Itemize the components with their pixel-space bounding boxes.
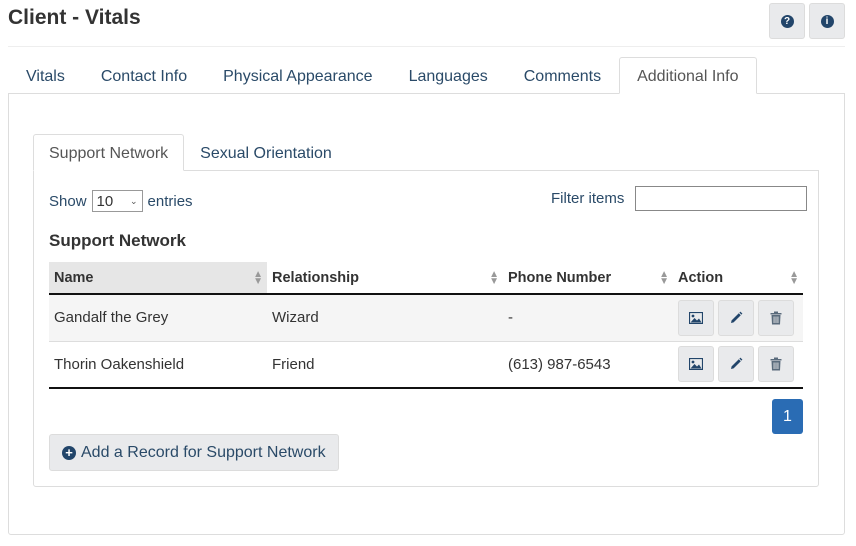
- tab-additional-info[interactable]: Additional Info: [619, 57, 757, 94]
- help-button[interactable]: ?: [769, 3, 805, 39]
- filter-control: Filter items: [551, 186, 808, 211]
- page-title: Client - Vitals: [8, 6, 141, 29]
- image-icon: [689, 358, 703, 371]
- question-circle-icon: ?: [780, 14, 794, 28]
- cell-actions: [673, 294, 803, 342]
- main-tabs: Vitals Contact Info Physical Appearance …: [8, 57, 757, 94]
- tab-physical-appearance[interactable]: Physical Appearance: [205, 57, 390, 94]
- length-control: Show 10 ⌄ entries: [49, 190, 193, 212]
- view-image-button[interactable]: [678, 299, 714, 336]
- tab-support-network[interactable]: Support Network: [33, 134, 185, 171]
- plus-circle-icon: +: [62, 445, 76, 460]
- entries-label: entries: [147, 192, 193, 210]
- entries-select-value: 10: [96, 192, 114, 210]
- support-network-table: Name ▲ ▼ Relationship ▲ ▼ Phone Number ▲ ▼ …: [49, 262, 803, 389]
- tab-comments[interactable]: Comments: [506, 57, 619, 94]
- sort-icon: ▲ ▼: [253, 268, 263, 287]
- view-image-button[interactable]: [678, 346, 714, 383]
- table-row: Gandalf the Grey Wizard -: [49, 294, 803, 342]
- tab-sexual-orientation[interactable]: Sexual Orientation: [184, 134, 348, 171]
- cell-phone: (613) 987-6543: [503, 341, 673, 389]
- trash-icon: [770, 357, 782, 371]
- add-record-label: Add a Record for Support Network: [81, 443, 326, 461]
- column-header-name[interactable]: Name ▲ ▼: [49, 262, 267, 295]
- pencil-icon: [731, 357, 743, 370]
- pagination-page-1[interactable]: 1: [772, 399, 803, 434]
- section-title: Support Network: [49, 231, 186, 250]
- show-label: Show: [49, 192, 87, 210]
- cell-phone: -: [503, 294, 673, 342]
- edit-button[interactable]: [718, 346, 754, 383]
- table-header-row: Name ▲ ▼ Relationship ▲ ▼ Phone Number ▲ ▼ …: [49, 262, 803, 295]
- table-row: Thorin Oakenshield Friend (613) 987-6543: [49, 341, 803, 389]
- trash-icon: [770, 311, 782, 325]
- column-header-relationship[interactable]: Relationship ▲ ▼: [267, 262, 503, 295]
- sort-icon: ▲ ▼: [489, 268, 499, 287]
- tab-vitals[interactable]: Vitals: [8, 57, 83, 94]
- filter-label: Filter items: [551, 190, 625, 207]
- inner-tabs: Support Network Sexual Orientation: [33, 134, 348, 171]
- entries-select[interactable]: 10 ⌄: [91, 190, 143, 212]
- tab-languages[interactable]: Languages: [391, 57, 506, 94]
- cell-relationship: Wizard: [267, 294, 503, 342]
- sort-icon: ▲ ▼: [659, 268, 669, 287]
- pencil-icon: [731, 311, 743, 323]
- sort-icon: ▲ ▼: [789, 268, 799, 287]
- column-header-action[interactable]: Action ▲ ▼: [673, 262, 803, 295]
- edit-button[interactable]: [718, 299, 754, 336]
- filter-input[interactable]: [635, 186, 808, 211]
- cell-actions: [673, 341, 803, 389]
- add-record-button[interactable]: + Add a Record for Support Network: [49, 434, 339, 471]
- cell-name: Thorin Oakenshield: [49, 341, 267, 389]
- info-circle-icon: i: [820, 14, 834, 28]
- cell-name: Gandalf the Grey: [49, 294, 267, 342]
- delete-button[interactable]: [758, 299, 794, 336]
- image-icon: [689, 311, 703, 324]
- header-divider: [8, 46, 845, 47]
- delete-button[interactable]: [758, 346, 794, 383]
- tab-contact-info[interactable]: Contact Info: [83, 57, 205, 94]
- column-header-phone-number[interactable]: Phone Number ▲ ▼: [503, 262, 673, 295]
- info-button[interactable]: i: [809, 3, 845, 39]
- cell-relationship: Friend: [267, 341, 503, 389]
- chevron-down-icon: ⌄: [129, 195, 138, 206]
